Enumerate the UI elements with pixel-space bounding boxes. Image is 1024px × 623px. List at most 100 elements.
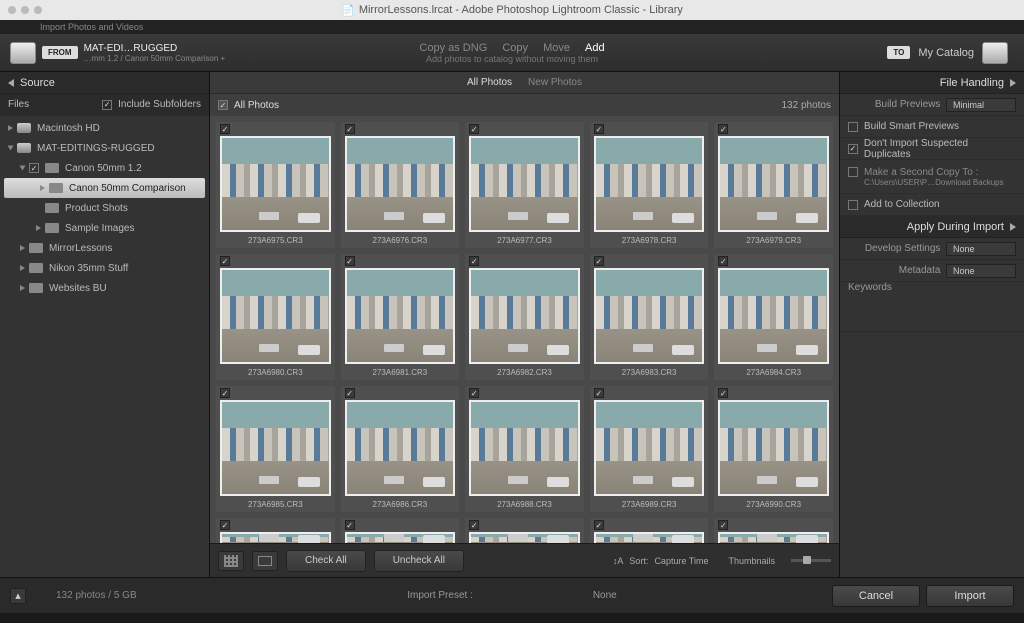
import-preset-value[interactable]: None <box>593 590 617 601</box>
tree-item[interactable]: Sample Images <box>0 218 209 238</box>
thumbnail-cell[interactable]: ✓ <box>465 518 584 543</box>
expand-footer-button[interactable]: ▴ <box>10 588 26 604</box>
thumbnail-cell[interactable]: ✓273A6978.CR3 <box>590 122 709 248</box>
photo-thumbnail[interactable] <box>345 136 456 232</box>
photo-checkbox[interactable]: ✓ <box>220 520 230 530</box>
thumbnail-cell[interactable]: ✓273A6979.CR3 <box>714 122 833 248</box>
photo-checkbox[interactable]: ✓ <box>718 256 728 266</box>
mode-copy-dng[interactable]: Copy as DNG <box>419 42 487 54</box>
thumbnail-cell[interactable]: ✓ <box>341 518 460 543</box>
mode-add[interactable]: Add <box>585 42 605 54</box>
thumbnail-cell[interactable]: ✓273A6986.CR3 <box>341 386 460 512</box>
thumbnail-size-slider[interactable] <box>791 559 831 562</box>
photo-thumbnail[interactable] <box>718 136 829 232</box>
grid-view-button[interactable] <box>218 551 244 571</box>
dup-checkbox[interactable]: ✓ <box>848 144 858 154</box>
source-name[interactable]: MAT-EDI…RUGGED <box>84 43 226 54</box>
mode-copy[interactable]: Copy <box>502 42 528 54</box>
thumbnail-cell[interactable]: ✓273A6988.CR3 <box>465 386 584 512</box>
thumbnail-cell[interactable]: ✓ <box>216 518 335 543</box>
photo-thumbnail[interactable] <box>220 268 331 364</box>
photo-checkbox[interactable]: ✓ <box>594 520 604 530</box>
photo-thumbnail[interactable] <box>718 532 829 543</box>
photo-checkbox[interactable]: ✓ <box>469 256 479 266</box>
thumbnail-cell[interactable]: ✓273A6989.CR3 <box>590 386 709 512</box>
collapse-apply-icon[interactable] <box>1010 223 1016 231</box>
sort-value[interactable]: Capture Time <box>654 556 708 566</box>
smart-previews-checkbox[interactable] <box>848 122 858 132</box>
photo-checkbox[interactable]: ✓ <box>220 124 230 134</box>
collapse-right-icon[interactable] <box>1010 79 1016 87</box>
photo-checkbox[interactable]: ✓ <box>718 388 728 398</box>
photo-thumbnail[interactable] <box>220 532 331 543</box>
photo-checkbox[interactable]: ✓ <box>345 256 355 266</box>
disclosure-icon[interactable] <box>20 166 26 171</box>
file-handling-header[interactable]: File Handling <box>840 72 1024 94</box>
disclosure-icon[interactable] <box>40 185 45 191</box>
check-all-button[interactable]: Check All <box>286 550 366 572</box>
photo-checkbox[interactable]: ✓ <box>220 388 230 398</box>
thumbnail-cell[interactable]: ✓273A6980.CR3 <box>216 254 335 380</box>
photo-thumbnail[interactable] <box>718 400 829 496</box>
photo-checkbox[interactable]: ✓ <box>345 124 355 134</box>
thumbnail-cell[interactable]: ✓273A6983.CR3 <box>590 254 709 380</box>
photo-checkbox[interactable]: ✓ <box>594 124 604 134</box>
uncheck-all-button[interactable]: Uncheck All <box>374 550 464 572</box>
photo-thumbnail[interactable] <box>469 532 580 543</box>
photo-checkbox[interactable]: ✓ <box>718 520 728 530</box>
tree-item[interactable]: MirrorLessons <box>0 238 209 258</box>
disclosure-icon[interactable] <box>36 225 41 231</box>
photo-checkbox[interactable]: ✓ <box>469 388 479 398</box>
photo-checkbox[interactable]: ✓ <box>345 388 355 398</box>
photo-checkbox[interactable]: ✓ <box>594 256 604 266</box>
sort-az-icon[interactable]: ↕A <box>613 556 624 566</box>
thumbnail-cell[interactable]: ✓ <box>714 518 833 543</box>
tree-item[interactable]: Macintosh HD <box>0 118 209 138</box>
photo-checkbox[interactable]: ✓ <box>469 124 479 134</box>
photo-thumbnail[interactable] <box>469 136 580 232</box>
loupe-view-button[interactable] <box>252 551 278 571</box>
folder-checkbox[interactable]: ✓ <box>29 163 39 173</box>
tree-item[interactable]: ✓Canon 50mm 1.2 <box>0 158 209 178</box>
metadata-select[interactable]: None <box>946 264 1016 278</box>
photo-thumbnail[interactable] <box>469 268 580 364</box>
destination-catalog[interactable]: My Catalog <box>918 47 974 59</box>
mode-move[interactable]: Move <box>543 42 570 54</box>
thumbnail-cell[interactable]: ✓ <box>590 518 709 543</box>
photo-thumbnail[interactable] <box>469 400 580 496</box>
disclosure-icon[interactable] <box>20 285 25 291</box>
tree-item[interactable]: Nikon 35mm Stuff <box>0 258 209 278</box>
thumbnail-cell[interactable]: ✓273A6985.CR3 <box>216 386 335 512</box>
photo-thumbnail[interactable] <box>594 400 705 496</box>
import-button[interactable]: Import <box>926 585 1014 607</box>
photo-checkbox[interactable]: ✓ <box>469 520 479 530</box>
apply-during-import-header[interactable]: Apply During Import <box>840 216 1024 238</box>
cancel-button[interactable]: Cancel <box>832 585 920 607</box>
tree-item[interactable]: Websites BU <box>0 278 209 298</box>
include-subfolders-checkbox[interactable]: ✓ <box>102 100 112 110</box>
photo-checkbox[interactable]: ✓ <box>594 388 604 398</box>
tree-item[interactable]: MAT-EDITINGS-RUGGED <box>0 138 209 158</box>
photo-thumbnail[interactable] <box>345 532 456 543</box>
photo-thumbnail[interactable] <box>594 268 705 364</box>
tab-all-photos[interactable]: All Photos <box>467 77 512 88</box>
photo-thumbnail[interactable] <box>220 400 331 496</box>
disclosure-icon[interactable] <box>8 125 13 131</box>
photo-checkbox[interactable]: ✓ <box>718 124 728 134</box>
photo-thumbnail[interactable] <box>345 268 456 364</box>
thumbnail-cell[interactable]: ✓273A6982.CR3 <box>465 254 584 380</box>
thumbnail-cell[interactable]: ✓273A6990.CR3 <box>714 386 833 512</box>
photo-checkbox[interactable]: ✓ <box>220 256 230 266</box>
add-collection-checkbox[interactable] <box>848 200 858 210</box>
disclosure-icon[interactable] <box>8 146 14 151</box>
thumbnail-cell[interactable]: ✓273A6977.CR3 <box>465 122 584 248</box>
photo-thumbnail[interactable] <box>594 532 705 543</box>
thumbnail-cell[interactable]: ✓273A6975.CR3 <box>216 122 335 248</box>
thumbnail-cell[interactable]: ✓273A6981.CR3 <box>341 254 460 380</box>
photo-thumbnail[interactable] <box>345 400 456 496</box>
photo-thumbnail[interactable] <box>220 136 331 232</box>
develop-settings-select[interactable]: None <box>946 242 1016 256</box>
source-panel-header[interactable]: Source <box>0 72 209 94</box>
collapse-left-icon[interactable] <box>8 79 14 87</box>
tree-item[interactable]: Canon 50mm Comparison <box>4 178 205 198</box>
